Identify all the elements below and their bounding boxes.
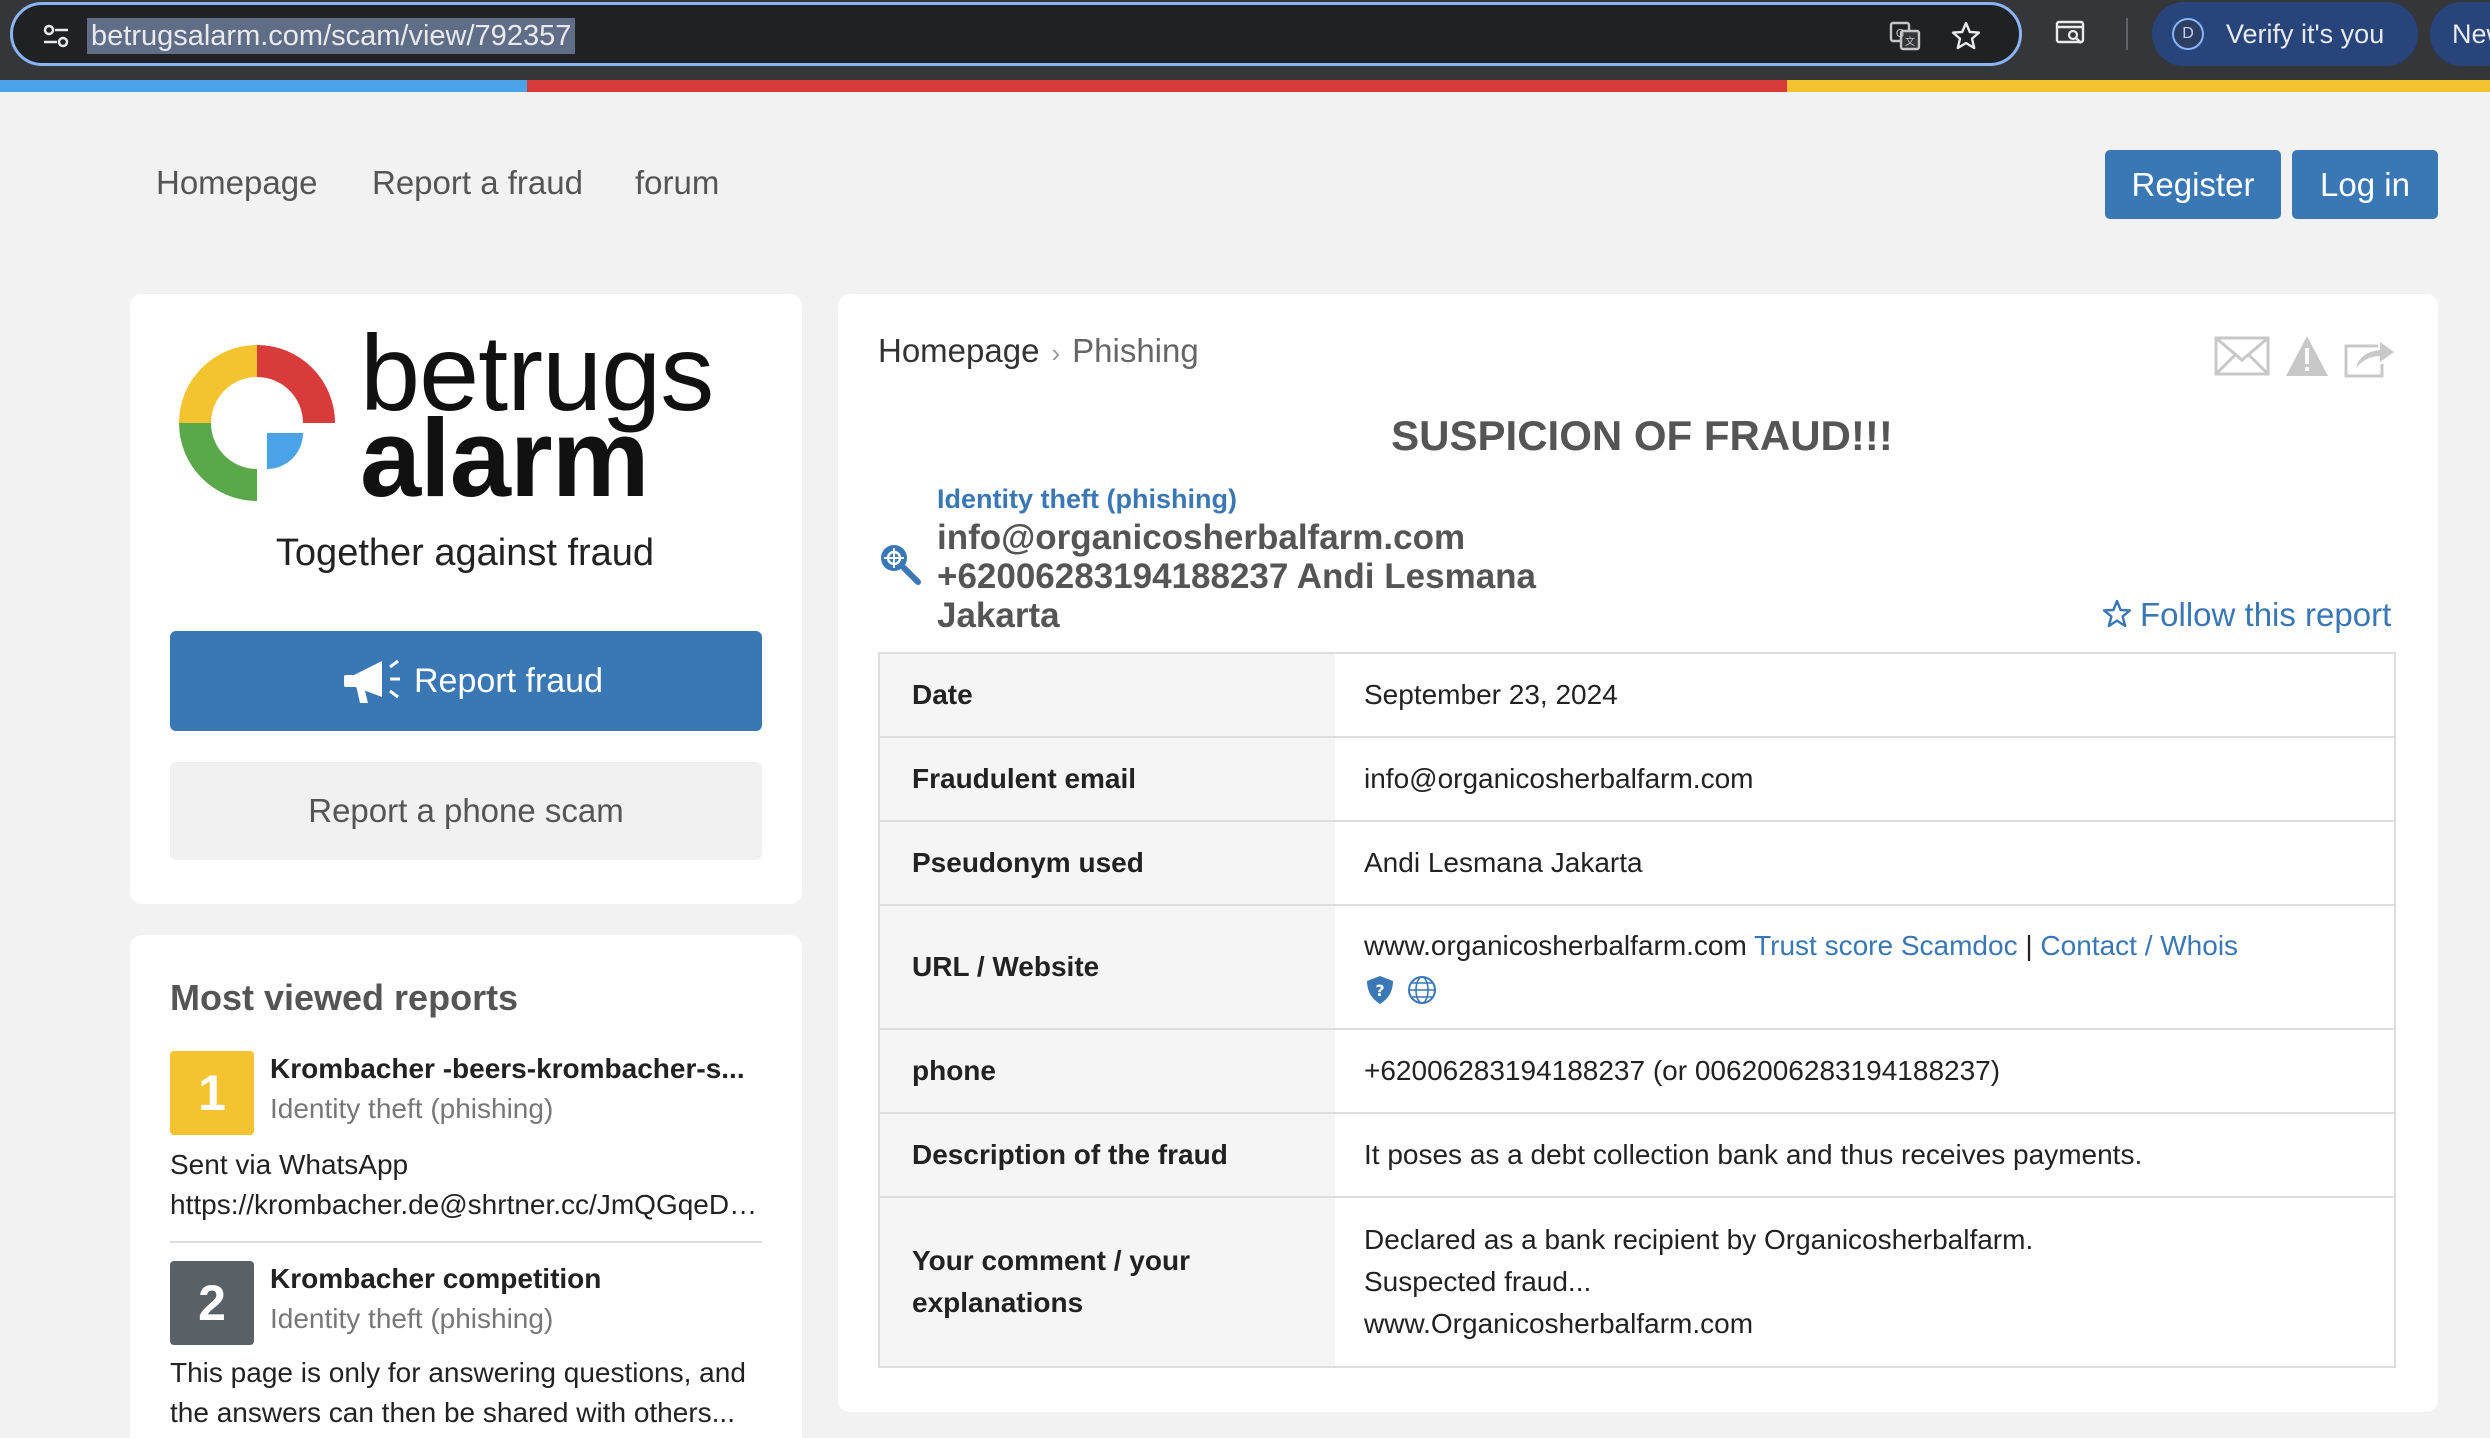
toolbar-separator [2126, 18, 2128, 50]
verify-identity-button[interactable]: D Verify it's you [2152, 2, 2418, 66]
tab-search-icon[interactable] [2054, 16, 2088, 50]
most-viewed-title: Most viewed reports [170, 977, 519, 1018]
color-stripe-blue [0, 80, 527, 92]
report-summary-email: info@organicosherbalfarm.com [937, 518, 1466, 557]
description-line: This page is only for answering question… [170, 1357, 746, 1388]
table-row: phone +62006283194188237 (or 00620062831… [879, 1028, 2395, 1113]
star-outline-icon [2102, 599, 2132, 628]
row-value-comment: Declared as a bank recipient by Organico… [1335, 1196, 2395, 1367]
most-viewed-item-title[interactable]: Krombacher -beers-krombacher-s... [270, 1053, 750, 1085]
email-icon[interactable] [2214, 334, 2270, 378]
follow-report-link[interactable]: Follow this report [2102, 596, 2391, 634]
row-label: Description of the fraud [879, 1112, 1335, 1197]
url-icons: ? [1364, 967, 2365, 1009]
row-value: September 23, 2024 [1364, 679, 1618, 710]
row-label: Pseudonym used [879, 820, 1335, 905]
breadcrumb-home[interactable]: Homepage [878, 332, 1039, 369]
report-summary-phone: +62006283194188237 Andi Lesmana [937, 557, 1536, 596]
browser-toolbar: betrugsalarm.com/scam/view/792357 G 文 D … [0, 0, 2490, 80]
row-label: Your comment / your explanations [879, 1196, 1335, 1367]
report-summary-city: Jakarta [937, 596, 1060, 635]
row-value: +62006283194188237 (or 00620062831941882… [1335, 1028, 2395, 1113]
breadcrumb-chevron-icon: › [1051, 338, 1061, 368]
rank-badge-1: 1 [170, 1051, 254, 1135]
svg-text:?: ? [1375, 981, 1384, 1000]
comment-line: Suspected fraud... [1364, 1266, 1592, 1297]
most-viewed-item-description: Sent via WhatsApp https://krombacher.de@… [170, 1145, 765, 1225]
betrugsalarm-logo-icon [179, 345, 335, 501]
color-stripe-red [527, 80, 1787, 92]
report-category[interactable]: Identity theft (phishing) [937, 484, 1237, 515]
row-label: Date [879, 653, 1335, 737]
most-viewed-item-title[interactable]: Krombacher competition [270, 1263, 750, 1295]
site-settings-icon[interactable] [41, 21, 71, 51]
magnifier-virus-icon [881, 545, 921, 585]
report-details-table: Date September 23, 2024 Fraudulent email… [878, 652, 2396, 1368]
row-value: info@organicosherbalfarm.com [1335, 736, 2395, 821]
color-stripe-yellow [1787, 80, 2490, 92]
description-line: https://krombacher.de@shrtner.cc/JmQGqeD… [170, 1189, 765, 1220]
most-viewed-item-category: Identity theft (phishing) [270, 1303, 554, 1334]
description-line: the answers can then be shared with othe… [170, 1397, 735, 1428]
logo-word-alarm: alarm [360, 397, 650, 520]
contact-whois-link[interactable]: Contact / Whois [2040, 930, 2238, 961]
login-button[interactable]: Log in [2292, 150, 2438, 219]
share-icon[interactable] [2342, 334, 2398, 378]
table-row: Your comment / your explanations Declare… [879, 1196, 2395, 1367]
nav-forum[interactable]: forum [635, 163, 719, 203]
table-row: Pseudonym used Andi Lesmana Jakarta [879, 820, 2395, 905]
brand-panel: betrugs alarm Together against fraud Rep… [130, 294, 802, 904]
new-label: New [2452, 19, 2490, 49]
list-divider [170, 1241, 762, 1243]
row-label-line: Your comment / your [912, 1245, 1190, 1276]
comment-line: www.Organicosherbalfarm.com [1364, 1308, 1754, 1339]
url-value: www.organicosherbalfarm.com [1364, 930, 1747, 961]
url-text[interactable]: betrugsalarm.com/scam/view/792357 [87, 18, 576, 54]
table-row: Date September 23, 2024 [879, 653, 2395, 737]
report-headline: SUSPICION OF FRAUD!!! [1391, 412, 1893, 459]
comment-line: Declared as a bank recipient by Organico… [1364, 1224, 2034, 1255]
row-value: Andi Lesmana Jakarta [1335, 820, 2395, 905]
most-viewed-panel: Most viewed reports 1 Krombacher -beers-… [130, 935, 802, 1438]
breadcrumb: Homepage › Phishing [878, 332, 1199, 370]
profile-avatar: D [2172, 18, 2204, 50]
row-label-line: explanations [912, 1287, 1084, 1318]
row-label: URL / Website [879, 904, 1335, 1029]
most-viewed-item-category: Identity theft (phishing) [270, 1093, 554, 1124]
table-row: URL / Website www.organicosherbalfarm.co… [879, 904, 2395, 1029]
bookmark-star-icon[interactable] [1949, 19, 1983, 53]
report-phone-scam-button[interactable]: Report a phone scam [170, 762, 762, 860]
shield-question-icon[interactable]: ? [1364, 974, 1396, 1006]
verify-label: Verify it's you [2226, 19, 2385, 49]
row-label: Fraudulent email [879, 736, 1335, 821]
row-label: phone [879, 1028, 1335, 1113]
globe-whois-icon[interactable] [1406, 974, 1438, 1006]
new-button[interactable]: New [2430, 2, 2490, 66]
translate-icon[interactable]: G 文 [1888, 19, 1922, 53]
megaphone-icon [344, 659, 400, 703]
link-separator: | [2025, 930, 2033, 961]
table-row: Description of the fraud It poses as a d… [879, 1112, 2395, 1197]
trust-score-link[interactable]: Trust score Scamdoc [1754, 930, 2017, 961]
report-panel: Homepage › Phishing SUSPICION OF FRAUD!!! … [838, 294, 2438, 1412]
slogan: Together against fraud [275, 532, 655, 574]
register-button[interactable]: Register [2105, 150, 2281, 219]
url-line: www.organicosherbalfarm.com Trust score … [1364, 925, 2365, 967]
svg-text:文: 文 [1905, 35, 1915, 48]
description-line: Sent via WhatsApp [170, 1149, 409, 1180]
address-bar[interactable]: betrugsalarm.com/scam/view/792357 G 文 [10, 2, 2022, 66]
nav-homepage[interactable]: Homepage [156, 163, 317, 203]
table-row: Fraudulent email info@organicosherbalfar… [879, 736, 2395, 821]
most-viewed-item-description: This page is only for answering question… [170, 1353, 765, 1433]
warning-icon[interactable] [2284, 334, 2330, 378]
svg-text:G: G [1896, 27, 1905, 40]
row-value-url: www.organicosherbalfarm.com Trust score … [1335, 904, 2395, 1029]
follow-report-label: Follow this report [2140, 596, 2392, 633]
breadcrumb-current: Phishing [1072, 332, 1199, 369]
nav-report-fraud[interactable]: Report a fraud [372, 163, 583, 203]
row-value: It poses as a debt collection bank and t… [1335, 1112, 2395, 1197]
report-fraud-button[interactable]: Report fraud [170, 631, 762, 731]
report-fraud-label: Report fraud [414, 662, 603, 700]
rank-badge-2: 2 [170, 1261, 254, 1345]
